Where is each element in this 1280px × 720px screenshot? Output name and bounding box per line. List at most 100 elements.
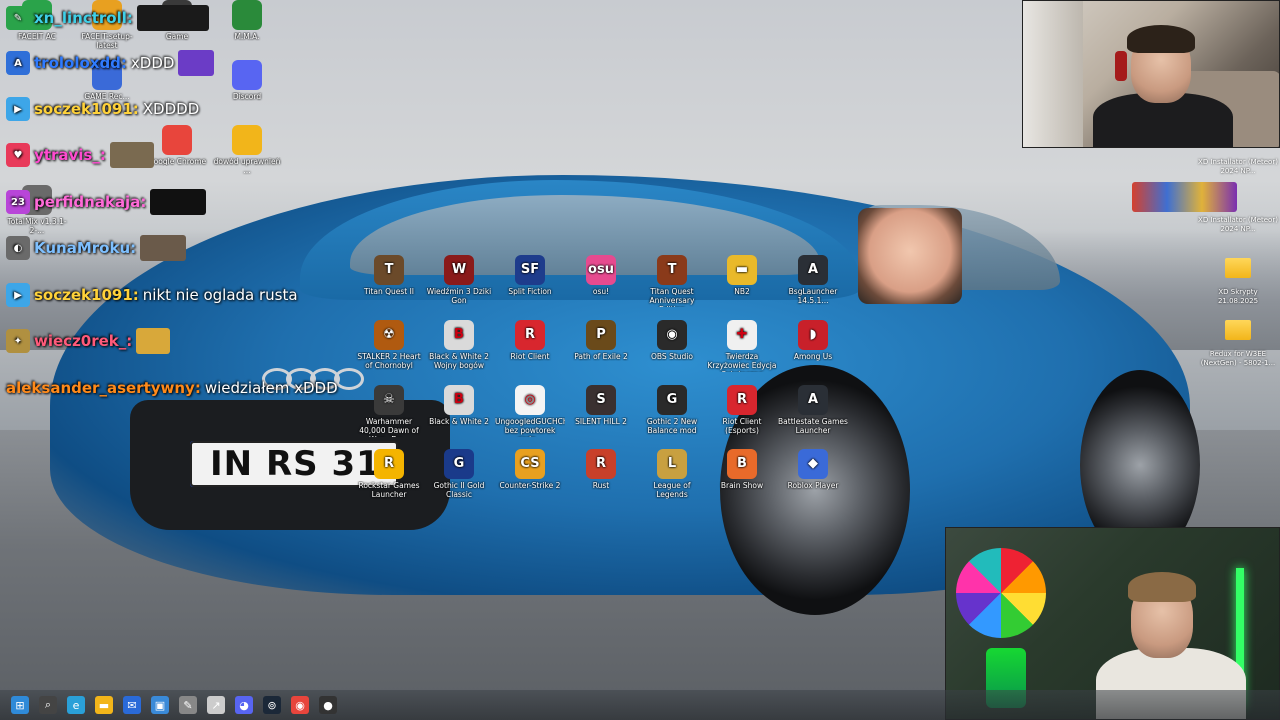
chat-username: aleksander_asertywny: [6, 379, 201, 397]
shortcut-label: Discord [232, 92, 262, 101]
tool-icon[interactable]: ✎ [179, 696, 197, 714]
shortcut-label: Gothic II Gold Classic [433, 481, 485, 499]
app-icon [162, 125, 192, 155]
game-banner-icon[interactable] [1132, 182, 1237, 212]
shortcut-label: Rust [592, 481, 610, 490]
chat-text: XDDDD [142, 100, 200, 118]
app-icon [232, 0, 262, 30]
shortcut-label: Wiedźmin 3 Dziki Gon [426, 287, 492, 305]
vn-emote [136, 5, 209, 31]
chrome-icon[interactable]: ◉ [291, 696, 309, 714]
desktop-shortcut[interactable]: CS Counter-Strike 2 [495, 449, 565, 490]
desktop-shortcut[interactable]: ☢ STALKER 2 Heart of Chornobyl [354, 320, 424, 370]
app-icon: G [444, 449, 474, 479]
desktop-shortcut[interactable]: S SILENT HILL 2 [566, 385, 636, 426]
desktop-shortcut[interactable]: G Gothic 2 New Balance mod [637, 385, 707, 435]
edge-icon[interactable]: e [67, 696, 85, 714]
shortcut-label: Brain Show [720, 481, 764, 490]
desktop-shortcut[interactable]: L League of Legends [637, 449, 707, 499]
chat-badge-icon: ♥ [6, 143, 30, 167]
chat-message: ✎ xn_linctroll: [6, 4, 209, 32]
shortcut-label: SILENT HILL 2 [575, 417, 627, 426]
chat-username: xn_linctroll: [34, 9, 133, 27]
desktop-shortcut[interactable]: ◆ Roblox Player [778, 449, 848, 490]
windows-icon[interactable]: ⊞ [11, 696, 29, 714]
shortcut-label: Counter-Strike 2 [499, 481, 561, 490]
desktop-shortcut[interactable]: Discord [212, 60, 282, 101]
search-icon[interactable]: ⌕ [39, 696, 57, 714]
desktop-shortcut[interactable]: A Battlestate Games Launcher [778, 385, 848, 435]
desktop-shortcut[interactable]: P Path of Exile 2 [566, 320, 636, 361]
chat-username: KunaMroku: [34, 239, 137, 257]
app-icon: ☠ [374, 385, 404, 415]
desktop-shortcut[interactable]: ◎UngoogledGUCHCh... bez powtorek sędz... [495, 385, 565, 437]
shortcut-label: Titan Quest II [363, 287, 415, 296]
desktop-shortcut[interactable]: ✚Twierdza Krzyżowiec Edycja Ostateczna [707, 320, 777, 372]
chat-text: xDDD [130, 54, 175, 72]
app-icon[interactable]: ▣ [151, 696, 169, 714]
shortcut-label: Gothic 2 New Balance mod [646, 417, 698, 435]
app-icon: SF [515, 255, 545, 285]
shortcut-label: Warhammer 40,000 Dawn of War - De... [359, 417, 419, 437]
app-icon: G [657, 385, 687, 415]
chat-username: trololoxdd: [34, 54, 127, 72]
desktop-shortcut[interactable]: TTitan Quest Anniversary Edition [637, 255, 707, 307]
shortcut-label: Titan Quest Anniversary Edition [649, 287, 695, 307]
desktop-shortcut[interactable]: G Gothic II Gold Classic [424, 449, 494, 499]
chat-message: ✦ wiecz0rek_: [6, 327, 171, 355]
app-icon: P [586, 320, 616, 350]
chat-message: ♥ ytravis_: [6, 141, 154, 169]
folder-icon[interactable] [1225, 258, 1251, 278]
arrow-icon[interactable]: ↗ [207, 696, 225, 714]
app-icon [232, 125, 262, 155]
shortcut-label: dowód uprawnień ... [213, 157, 281, 175]
chat-message: ◐ KunaMroku: [6, 234, 187, 262]
desktop-shortcut[interactable]: R Riot Client (Esports) [707, 385, 777, 435]
shortcut-label: Riot Client (Esports) [722, 417, 762, 435]
chat-username: ytravis_: [34, 146, 106, 164]
shortcut-label: BsgLauncher 14.5.1... [788, 287, 838, 305]
shortcut-label: STALKER 2 Heart of Chornobyl [357, 352, 421, 370]
desktop-shortcut[interactable]: ◉ OBS Studio [637, 320, 707, 361]
desktop-shortcut[interactable]: ▬ NB2 [707, 255, 777, 296]
discord-icon[interactable]: ◕ [235, 696, 253, 714]
app-icon: R [586, 449, 616, 479]
shortcut-label: XD Skrypty 21.08.2025 [1217, 288, 1259, 305]
desktop-shortcut[interactable]: SF Split Fiction [495, 255, 565, 296]
desktop-shortcut[interactable]: R Riot Client [495, 320, 565, 361]
shortcut-label: TotalMix v1.3.1-2-... [7, 217, 67, 235]
shortcut-label: Redux for W3EE (NextGen) - 5802-1... [1200, 350, 1276, 367]
shortcut-label: UngoogledGUCHCh... bez powtorek sędz... [495, 417, 565, 437]
desktop-shortcut[interactable]: R Rust [566, 449, 636, 490]
desktop-shortcut[interactable]: ◗ Among Us [778, 320, 848, 361]
shortcut-label: M.M.A. [234, 32, 260, 41]
taskbar: ⊞ ⌕ e ▬ ✉ ▣ ✎ ↗ ◕ ⊚ ◉ ● [0, 690, 1280, 720]
app-icon: ◎ [515, 385, 545, 415]
app-icon [232, 60, 262, 90]
shortcut-label: XD Installator (Meteor) 2024 NP... [1198, 216, 1278, 233]
desktop-shortcut[interactable]: T Titan Quest II [354, 255, 424, 296]
desktop-shortcut[interactable]: B Black & White 2 [424, 385, 494, 426]
mail-icon[interactable]: ✉ [123, 696, 141, 714]
desktop-shortcut[interactable]: W Wiedźmin 3 Dziki Gon [424, 255, 494, 305]
desktop-shortcut[interactable]: M.M.A. [212, 0, 282, 41]
folder-icon[interactable]: ▬ [95, 696, 113, 714]
cat-emote [109, 142, 154, 168]
desktop-shortcut[interactable]: ☠Warhammer 40,000 Dawn of War - De... [354, 385, 424, 437]
folder-icon[interactable] [1225, 320, 1251, 340]
chat-message: ▶ soczek1091: nikt nie oglada rusta [6, 281, 298, 309]
desktop-shortcut[interactable]: B Black & White 2 Wojny bogów [424, 320, 494, 370]
steam-icon[interactable]: ⊚ [263, 696, 281, 714]
app-icon: A [798, 255, 828, 285]
desktop-shortcut[interactable]: R Rockstar Games Launcher [354, 449, 424, 499]
desktop-shortcut[interactable]: osu osu! [566, 255, 636, 296]
desktop-shortcut[interactable]: dowód uprawnień ... [212, 125, 282, 175]
shortcut-label: Roblox Player [787, 481, 839, 490]
record-icon[interactable]: ● [319, 696, 337, 714]
shortcut-label: FACEIT-setup-latest [81, 32, 133, 50]
desktop-shortcut[interactable]: B Brain Show [707, 449, 777, 490]
photo-emote [140, 235, 187, 261]
desktop-shortcut[interactable]: A BsgLauncher 14.5.1... [778, 255, 848, 305]
vn-emote [150, 189, 207, 215]
app-icon: A [798, 385, 828, 415]
